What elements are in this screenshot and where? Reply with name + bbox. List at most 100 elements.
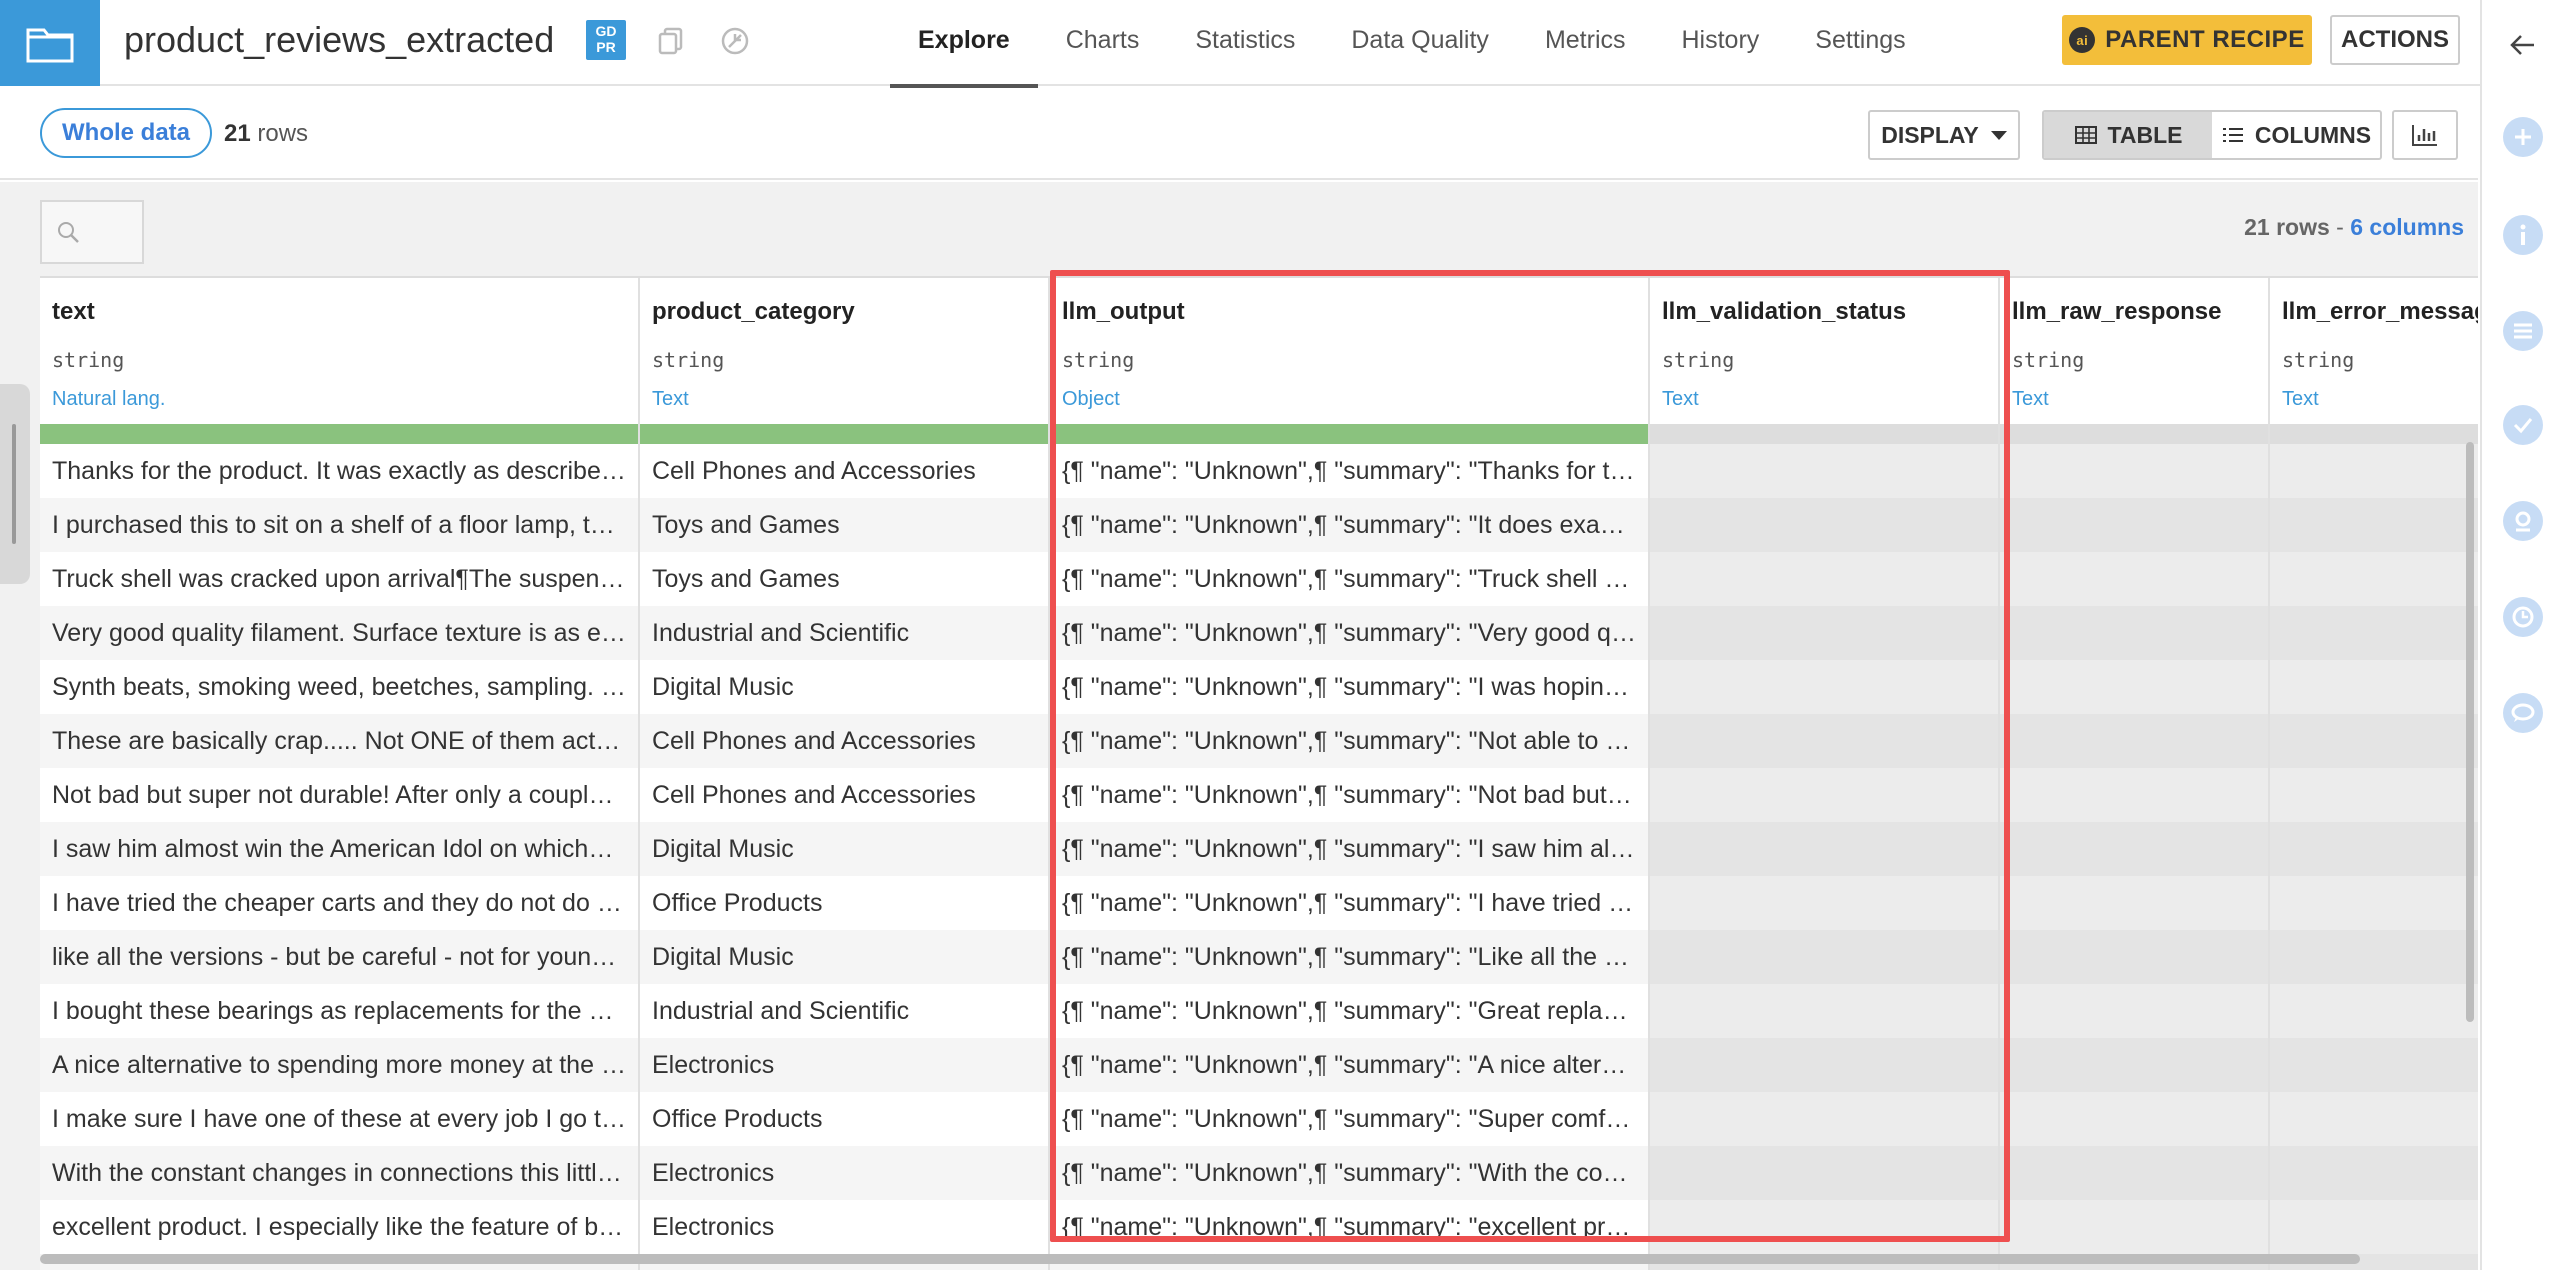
table-cell[interactable] <box>2000 1146 2268 1200</box>
table-cell[interactable]: Thanks for the product. It was exactly a… <box>40 444 638 498</box>
table-cell[interactable] <box>2000 984 2268 1038</box>
table-cell[interactable] <box>2270 1146 2478 1200</box>
tab-history[interactable]: History <box>1654 0 1788 86</box>
vertical-scrollbar[interactable] <box>2466 442 2474 1022</box>
table-cell[interactable] <box>2270 498 2478 552</box>
column-header[interactable]: text string Natural lang. <box>40 278 638 424</box>
table-cell[interactable] <box>2270 444 2478 498</box>
table-cell[interactable]: Toys and Games <box>640 498 1048 552</box>
table-cell[interactable]: I make sure I have one of these at every… <box>40 1092 638 1146</box>
table-cell[interactable]: {¶ "name": "Unknown",¶ "summary": "Like … <box>1050 930 1648 984</box>
actions-button[interactable]: ACTIONS <box>2330 15 2460 65</box>
table-cell[interactable] <box>2000 606 2268 660</box>
table-cell[interactable]: A nice alternative to spending more mone… <box>40 1038 638 1092</box>
table-cell[interactable] <box>2270 714 2478 768</box>
table-cell[interactable]: Toys and Games <box>640 552 1048 606</box>
meaning-link[interactable]: Text <box>1662 388 1699 411</box>
table-cell[interactable]: With the constant changes in connections… <box>40 1146 638 1200</box>
table-cell[interactable] <box>1650 498 1998 552</box>
table-cell[interactable]: Electronics <box>640 1200 1048 1254</box>
table-cell[interactable]: These are basically crap..... Not ONE of… <box>40 714 638 768</box>
gdpr-badge[interactable]: GD PR <box>586 20 626 60</box>
meaning-link[interactable]: Text <box>652 388 689 411</box>
table-cell[interactable] <box>1650 1200 1998 1254</box>
arrow-left-icon[interactable] <box>2502 24 2544 66</box>
table-cell[interactable]: Industrial and Scientific <box>640 984 1048 1038</box>
table-cell[interactable]: I have tried the cheaper carts and they … <box>40 876 638 930</box>
table-cell[interactable]: Electronics <box>640 1038 1048 1092</box>
table-cell[interactable] <box>1650 1092 1998 1146</box>
tab-settings[interactable]: Settings <box>1787 0 1933 86</box>
table-cell[interactable] <box>2000 498 2268 552</box>
column-header[interactable]: llm_output string Object <box>1050 278 1648 424</box>
table-cell[interactable] <box>2270 876 2478 930</box>
lab-icon[interactable] <box>2502 500 2544 542</box>
table-cell[interactable]: Cell Phones and Accessories <box>640 714 1048 768</box>
table-cell[interactable]: {¶ "name": "Unknown",¶ "summary": "Very … <box>1050 606 1648 660</box>
tab-statistics[interactable]: Statistics <box>1167 0 1323 86</box>
clock-icon[interactable] <box>2502 596 2544 638</box>
meaning-link[interactable]: Object <box>1062 388 1120 411</box>
table-cell[interactable] <box>2270 1092 2478 1146</box>
table-cell[interactable]: {¶ "name": "Unknown",¶ "summary": "It do… <box>1050 498 1648 552</box>
table-cell[interactable] <box>1650 768 1998 822</box>
table-cell[interactable]: I saw him almost win the American Idol o… <box>40 822 638 876</box>
table-cell[interactable] <box>2000 444 2268 498</box>
table-cell[interactable]: {¶ "name": "Unknown",¶ "summary": "Super… <box>1050 1092 1648 1146</box>
display-dropdown[interactable]: DISPLAY <box>1868 110 2020 160</box>
chat-icon[interactable] <box>2502 692 2544 734</box>
table-cell[interactable] <box>2270 552 2478 606</box>
table-cell[interactable] <box>2000 930 2268 984</box>
column-header[interactable]: llm_error_message string Text <box>2270 278 2478 424</box>
meaning-link[interactable]: Text <box>2012 388 2049 411</box>
table-cell[interactable]: {¶ "name": "Unknown",¶ "summary": "Not b… <box>1050 768 1648 822</box>
column-header[interactable]: llm_raw_response string Text <box>2000 278 2268 424</box>
table-cell[interactable]: {¶ "name": "Unknown",¶ "summary": "Truck… <box>1050 552 1648 606</box>
left-panel-handle[interactable] <box>0 384 30 584</box>
table-cell[interactable]: Synth beats, smoking weed, beetches, sam… <box>40 660 638 714</box>
table-cell[interactable] <box>1650 714 1998 768</box>
table-cell[interactable] <box>2270 1038 2478 1092</box>
table-cell[interactable]: Electronics <box>640 1146 1048 1200</box>
table-cell[interactable]: I purchased this to sit on a shelf of a … <box>40 498 638 552</box>
table-cell[interactable]: {¶ "name": "Unknown",¶ "summary": "I was… <box>1050 660 1648 714</box>
table-cell[interactable]: Office Products <box>640 1092 1048 1146</box>
table-cell[interactable]: Not bad but super not durable! After onl… <box>40 768 638 822</box>
table-cell[interactable] <box>1650 552 1998 606</box>
table-cell[interactable]: excellent product. I especially like the… <box>40 1200 638 1254</box>
columns-view-button[interactable]: COLUMNS <box>2212 112 2380 158</box>
table-cell[interactable]: Cell Phones and Accessories <box>640 768 1048 822</box>
tab-explore[interactable]: Explore <box>890 0 1038 88</box>
copy-icon[interactable] <box>654 24 688 58</box>
table-cell[interactable] <box>1650 660 1998 714</box>
columns-link[interactable]: 6 columns <box>2350 214 2464 240</box>
table-cell[interactable] <box>2000 1200 2268 1254</box>
info-icon[interactable] <box>2502 214 2544 256</box>
table-cell[interactable]: Truck shell was cracked upon arrival¶The… <box>40 552 638 606</box>
table-view-button[interactable]: TABLE <box>2044 112 2212 158</box>
table-cell[interactable] <box>2270 768 2478 822</box>
search-input[interactable] <box>40 200 144 264</box>
table-cell[interactable] <box>2000 660 2268 714</box>
chart-icon[interactable] <box>2392 110 2458 160</box>
table-cell[interactable]: Digital Music <box>640 930 1048 984</box>
list-icon[interactable] <box>2502 310 2544 352</box>
table-cell[interactable]: {¶ "name": "Unknown",¶ "summary": "Thank… <box>1050 444 1648 498</box>
compare-icon[interactable] <box>718 24 752 58</box>
check-icon[interactable] <box>2502 404 2544 446</box>
table-cell[interactable] <box>1650 876 1998 930</box>
table-cell[interactable] <box>2000 552 2268 606</box>
table-cell[interactable] <box>2000 1092 2268 1146</box>
parent-recipe-button[interactable]: ai PARENT RECIPE <box>2062 15 2312 65</box>
table-cell[interactable]: {¶ "name": "Unknown",¶ "summary": "I saw… <box>1050 822 1648 876</box>
table-cell[interactable]: Digital Music <box>640 822 1048 876</box>
table-cell[interactable] <box>2270 822 2478 876</box>
table-cell[interactable] <box>2270 606 2478 660</box>
table-cell[interactable] <box>2000 768 2268 822</box>
table-cell[interactable] <box>1650 606 1998 660</box>
table-cell[interactable]: {¶ "name": "Unknown",¶ "summary": "A nic… <box>1050 1038 1648 1092</box>
table-cell[interactable]: Office Products <box>640 876 1048 930</box>
table-cell[interactable] <box>1650 930 1998 984</box>
column-header[interactable]: llm_validation_status string Text <box>1650 278 1998 424</box>
tab-data-quality[interactable]: Data Quality <box>1323 0 1517 86</box>
